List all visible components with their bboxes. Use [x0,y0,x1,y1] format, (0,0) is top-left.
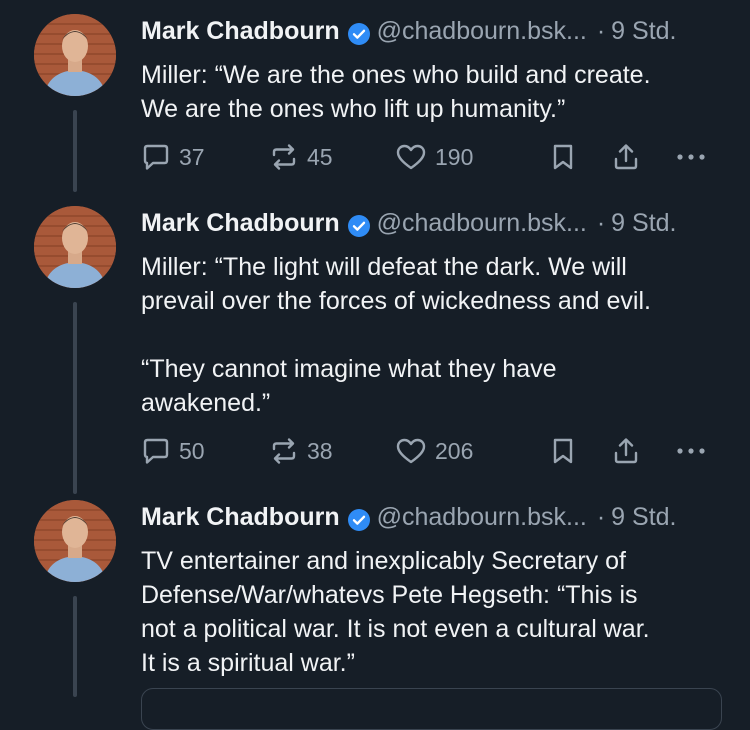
repost-arrows-icon [272,438,296,464]
author-name[interactable]: Mark Chadbourn [141,500,340,534]
repost-arrows-icon [272,144,296,170]
author-handle[interactable]: @chadbourn.bsk... [377,500,587,534]
avatar-photo [34,14,116,96]
like-button[interactable]: 206 [395,436,473,466]
repost-button[interactable]: 45 [269,142,333,172]
share-upload-icon [614,438,638,464]
author-handle[interactable]: @chadbourn.bsk... [377,206,587,240]
verified-badge-icon [347,506,370,531]
share-button[interactable] [611,436,649,466]
thread-line [73,110,77,192]
post-actions: 37 45 190 [141,142,720,182]
reply-button[interactable]: 50 [141,436,205,466]
post-header: Mark Chadbourn @chadbourn.bsk... · 9 Std… [141,206,720,240]
share-upload-icon [614,144,638,170]
post-text: Miller: “The light will defeat the dark.… [141,253,651,417]
heart-icon [396,438,426,464]
reply-count: 50 [179,437,205,464]
post-header: Mark Chadbourn @chadbourn.bsk... · 9 Std… [141,500,720,534]
post-actions: 50 38 206 [141,436,720,476]
author-name[interactable]: Mark Chadbourn [141,14,340,48]
separator-dot: · [596,17,606,45]
bookmark-icon [553,144,573,170]
reply-count: 37 [179,143,205,170]
like-button[interactable]: 190 [395,142,473,172]
verified-badge-icon [347,212,370,237]
post-time[interactable]: 9 Std. [611,206,676,240]
repost-button[interactable]: 38 [269,436,333,466]
verified-badge-icon [347,20,370,45]
heart-icon [396,144,426,170]
bookmark-icon [553,438,573,464]
reply-button[interactable]: 37 [141,142,205,172]
post-text: Miller: “We are the ones who build and c… [141,61,651,123]
author-name[interactable]: Mark Chadbourn [141,206,340,240]
separator-dot: · [596,503,606,531]
bookmark-button[interactable] [549,436,585,466]
like-count: 206 [435,437,474,464]
avatar-photo [34,500,116,582]
avatar[interactable] [34,206,116,288]
embedded-card[interactable] [141,688,722,730]
more-dots-icon [677,448,705,454]
separator-dot: · [596,209,606,237]
post-feed: Mark Chadbourn @chadbourn.bsk... · 9 Std… [0,0,750,730]
post-time[interactable]: 9 Std. [611,500,676,534]
share-button[interactable] [611,142,649,172]
speech-bubble-icon [143,144,169,170]
avatar-photo [34,206,116,288]
like-count: 190 [435,143,474,170]
more-dots-icon [677,154,705,160]
avatar[interactable] [34,500,116,582]
more-options-button[interactable] [673,436,717,466]
thread-line [73,596,77,697]
post-time[interactable]: 9 Std. [611,14,676,48]
repost-count: 38 [307,437,333,464]
bookmark-button[interactable] [549,142,585,172]
post-header: Mark Chadbourn @chadbourn.bsk... · 9 Std… [141,14,720,48]
repost-count: 45 [307,143,333,170]
more-options-button[interactable] [673,142,717,172]
speech-bubble-icon [143,438,169,464]
thread-line [73,302,77,494]
post-text: TV entertainer and inexplicably Secretar… [141,547,650,677]
author-handle[interactable]: @chadbourn.bsk... [377,14,587,48]
avatar[interactable] [34,14,116,96]
